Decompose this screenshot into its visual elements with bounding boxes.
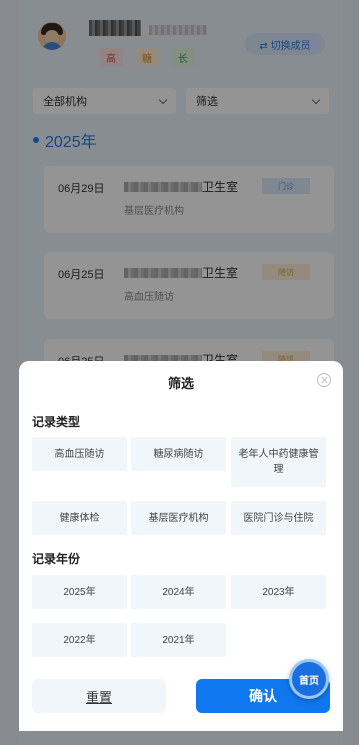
reset-button[interactable]: 重置	[32, 679, 166, 713]
option-year-2021[interactable]: 2021年	[131, 623, 226, 657]
record-type-heading: 记录类型	[32, 415, 81, 429]
option-primary-care[interactable]: 基层医疗机构	[131, 501, 226, 535]
option-elderly-tcm-management[interactable]: 老年人中药健康管理	[231, 437, 326, 487]
option-year-2024[interactable]: 2024年	[131, 575, 226, 609]
home-floating-button[interactable]: 首页	[289, 659, 329, 699]
modal-title: 筛选	[167, 376, 194, 391]
option-health-checkup[interactable]: 健康体检	[32, 501, 127, 535]
close-icon[interactable]	[317, 373, 331, 387]
option-year-2025[interactable]: 2025年	[32, 575, 127, 609]
option-year-2022[interactable]: 2022年	[32, 623, 127, 657]
filter-modal: 筛选 记录类型 高血压随访 糖尿病随访 老年人中药健康管理 健康体检 基层医疗机…	[19, 361, 343, 731]
option-diabetes-followup[interactable]: 糖尿病随访	[131, 437, 226, 471]
option-hospital-visits[interactable]: 医院门诊与住院	[231, 501, 326, 535]
option-hypertension-followup[interactable]: 高血压随访	[32, 437, 127, 471]
record-year-heading: 记录年份	[32, 552, 81, 566]
option-year-2023[interactable]: 2023年	[231, 575, 326, 609]
